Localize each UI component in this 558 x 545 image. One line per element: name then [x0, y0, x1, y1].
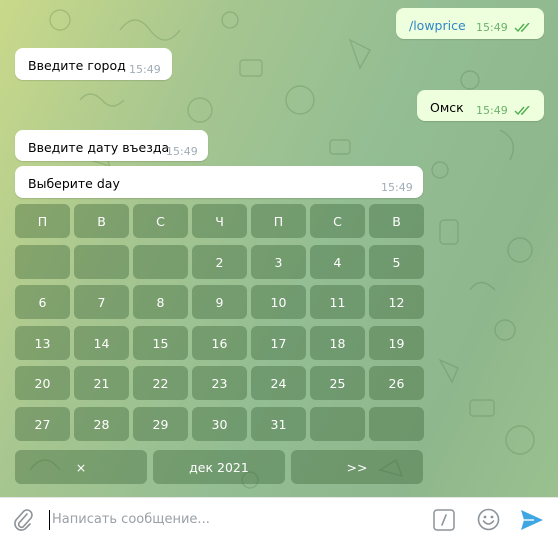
weekday-button[interactable]: П	[251, 204, 306, 238]
day-button-7[interactable]: 7	[74, 285, 129, 319]
empty-day-button[interactable]	[15, 245, 70, 279]
day-button-19[interactable]: 19	[369, 326, 424, 360]
day-button-30[interactable]: 30	[192, 407, 247, 441]
message-input[interactable]: Написать сообщение...	[52, 512, 210, 527]
day-button-2[interactable]: 2	[192, 245, 247, 279]
message-outgoing: /lowprice 15:49	[396, 8, 544, 39]
day-button-27[interactable]: 27	[15, 407, 70, 441]
message-time: 15:49	[129, 63, 161, 76]
weekday-button[interactable]: В	[369, 204, 424, 238]
double-check-icon	[514, 23, 530, 33]
day-button-5[interactable]: 5	[369, 245, 424, 279]
weekday-button[interactable]: П	[15, 204, 70, 238]
commands-icon[interactable]	[433, 509, 455, 531]
day-button-12[interactable]: 12	[369, 285, 424, 319]
day-button-15[interactable]: 15	[133, 326, 188, 360]
day-button-22[interactable]: 22	[133, 366, 188, 400]
command-link[interactable]: /lowprice	[409, 18, 466, 33]
message-incoming: Введите город 15:49	[15, 48, 172, 80]
calendar-inline-keyboard: П В С Ч П С В 2 3 4 5 6 7 8 9 10 11 12 13 14 15 16 17 18 19 20 21 2…	[15, 204, 424, 494]
message-time: 15:49	[381, 181, 413, 194]
day-button-11[interactable]: 11	[310, 285, 365, 319]
empty-day-button[interactable]	[310, 407, 365, 441]
day-button-3[interactable]: 3	[251, 245, 306, 279]
weekday-button[interactable]: В	[74, 204, 129, 238]
day-button-23[interactable]: 23	[192, 366, 247, 400]
empty-day-button[interactable]	[74, 245, 129, 279]
empty-day-button[interactable]	[369, 407, 424, 441]
prev-month-button[interactable]: ×	[15, 450, 147, 484]
day-button-18[interactable]: 18	[310, 326, 365, 360]
day-button-13[interactable]: 13	[15, 326, 70, 360]
next-month-button[interactable]: >>	[291, 450, 423, 484]
chat-area[interactable]: /lowprice 15:49 Введите город 15:49 Омск…	[0, 0, 558, 497]
message-time: 15:49	[166, 145, 198, 158]
empty-day-button[interactable]	[133, 245, 188, 279]
day-button-17[interactable]: 17	[251, 326, 306, 360]
day-button-31[interactable]: 31	[251, 407, 306, 441]
message-incoming: Выберите day 15:49	[15, 166, 423, 198]
message-incoming: Введите дату въезда 15:49	[15, 130, 208, 161]
weekday-button[interactable]: Ч	[192, 204, 247, 238]
message-text: Введите город	[28, 58, 126, 73]
day-button-16[interactable]: 16	[192, 326, 247, 360]
weekday-button[interactable]: С	[133, 204, 188, 238]
day-button-9[interactable]: 9	[192, 285, 247, 319]
emoji-icon[interactable]	[477, 508, 500, 531]
message-outgoing: Омск 15:49	[417, 90, 544, 121]
day-button-21[interactable]: 21	[74, 366, 129, 400]
message-text: Выберите day	[28, 176, 120, 191]
message-time: 15:49	[476, 21, 508, 34]
day-button-28[interactable]: 28	[74, 407, 129, 441]
month-label-button[interactable]: дек 2021	[153, 450, 285, 484]
message-time: 15:49	[476, 104, 508, 117]
message-text: Введите дату въезда	[28, 140, 170, 155]
day-button-8[interactable]: 8	[133, 285, 188, 319]
weekday-button[interactable]: С	[310, 204, 365, 238]
paperclip-icon[interactable]	[12, 508, 34, 532]
send-icon[interactable]	[520, 509, 544, 531]
day-button-25[interactable]: 25	[310, 366, 365, 400]
day-button-20[interactable]: 20	[15, 366, 70, 400]
message-composer: Написать сообщение...	[0, 497, 558, 545]
day-button-4[interactable]: 4	[310, 245, 365, 279]
day-button-6[interactable]: 6	[15, 285, 70, 319]
day-button-24[interactable]: 24	[251, 366, 306, 400]
day-button-29[interactable]: 29	[133, 407, 188, 441]
day-button-10[interactable]: 10	[251, 285, 306, 319]
day-button-14[interactable]: 14	[74, 326, 129, 360]
day-button-26[interactable]: 26	[369, 366, 424, 400]
double-check-icon	[514, 106, 530, 116]
text-caret	[49, 510, 50, 530]
message-text: Омск	[430, 100, 464, 115]
